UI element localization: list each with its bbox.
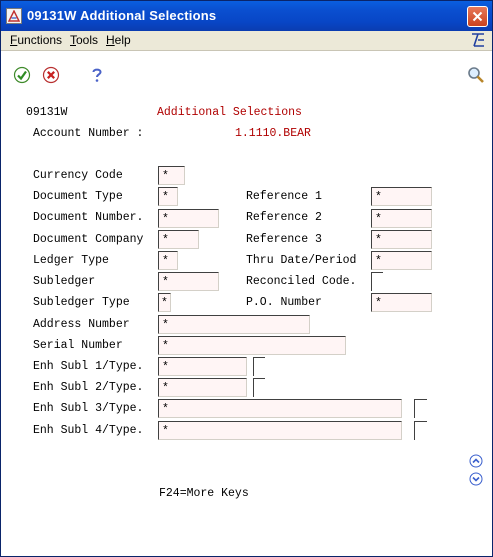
enh-subl-2-input[interactable]: * [158, 378, 247, 397]
document-company-label: Document Company [33, 233, 144, 246]
subledger-input[interactable]: * [158, 272, 219, 291]
reference-1-label: Reference 1 [246, 190, 322, 203]
subledger-type-label: Subledger Type [33, 296, 130, 309]
application-window: 09131W Additional Selections Functions T… [0, 0, 493, 557]
menu-functions[interactable]: Functions [10, 33, 62, 47]
cancel-button[interactable] [42, 66, 62, 86]
enh-subl-1-type-input[interactable] [253, 357, 265, 376]
chevron-down-circle-icon [469, 472, 483, 486]
form-id: 09131W [26, 106, 68, 119]
form-title: Additional Selections [157, 106, 302, 119]
question-icon [92, 68, 102, 82]
reference-3-input[interactable]: * [371, 230, 432, 249]
serial-number-input[interactable]: * [158, 336, 346, 355]
document-type-input[interactable]: * [158, 187, 178, 206]
thru-date-period-label: Thru Date/Period [246, 254, 357, 267]
po-number-input[interactable]: * [371, 293, 432, 312]
ok-button[interactable] [13, 66, 33, 86]
chevron-up-circle-icon [469, 454, 483, 468]
search-button[interactable] [467, 66, 487, 86]
close-icon [472, 11, 483, 22]
enh-subl-2-type-input[interactable] [253, 378, 265, 397]
document-company-input[interactable]: * [158, 230, 199, 249]
enh-subl-3-type-input[interactable] [414, 399, 427, 418]
serial-number-label: Serial Number [33, 339, 123, 352]
jde-logo-icon [470, 32, 486, 48]
ledger-type-label: Ledger Type [33, 254, 109, 267]
thru-date-period-input[interactable]: * [371, 251, 432, 270]
menu-tools[interactable]: Tools [70, 33, 98, 47]
address-number-label: Address Number [33, 318, 130, 331]
reconciled-code-input[interactable] [371, 272, 383, 291]
address-number-input[interactable]: * [158, 315, 310, 334]
document-number-label: Document Number. [33, 211, 144, 224]
enh-subl-4-label: Enh Subl 4/Type. [33, 424, 144, 437]
reference-2-input[interactable]: * [371, 209, 432, 228]
document-icon [6, 8, 22, 24]
reference-3-label: Reference 3 [246, 233, 322, 246]
currency-code-input[interactable]: * [158, 166, 185, 185]
cancel-icon [42, 66, 60, 84]
reference-2-label: Reference 2 [246, 211, 322, 224]
close-button[interactable] [467, 6, 488, 27]
document-type-label: Document Type [33, 190, 123, 203]
reference-1-input[interactable]: * [371, 187, 432, 206]
help-button[interactable] [88, 66, 108, 86]
currency-code-label: Currency Code [33, 169, 123, 182]
magnifier-icon [468, 67, 484, 83]
check-icon [13, 66, 31, 84]
subledger-label: Subledger [33, 275, 96, 288]
enh-subl-4-input[interactable]: * [158, 421, 402, 440]
form-area: 09131W Additional Selections Account Num… [1, 91, 492, 556]
window-title: 09131W Additional Selections [27, 8, 217, 23]
document-number-input[interactable]: * [158, 209, 219, 228]
menu-bar: Functions Tools Help [1, 31, 492, 51]
page-up-button[interactable] [469, 454, 483, 468]
page-down-button[interactable] [469, 472, 483, 486]
reconciled-code-label: Reconciled Code. [246, 275, 357, 288]
title-bar: 09131W Additional Selections [1, 1, 492, 31]
enh-subl-3-label: Enh Subl 3/Type. [33, 402, 144, 415]
po-number-label: P.O. Number [246, 296, 322, 309]
enh-subl-3-input[interactable]: * [158, 399, 402, 418]
function-key-hint: F24=More Keys [159, 487, 249, 500]
account-number-label: Account Number : [33, 127, 144, 140]
enh-subl-1-input[interactable]: * [158, 357, 247, 376]
enh-subl-4-type-input[interactable] [414, 421, 427, 440]
enh-subl-2-label: Enh Subl 2/Type. [33, 381, 144, 394]
subledger-type-input[interactable]: * [158, 293, 171, 312]
toolbar [1, 51, 492, 91]
enh-subl-1-label: Enh Subl 1/Type. [33, 360, 144, 373]
account-number-value: 1.1110.BEAR [235, 127, 311, 140]
ledger-type-input[interactable]: * [158, 251, 178, 270]
menu-help[interactable]: Help [106, 33, 131, 47]
